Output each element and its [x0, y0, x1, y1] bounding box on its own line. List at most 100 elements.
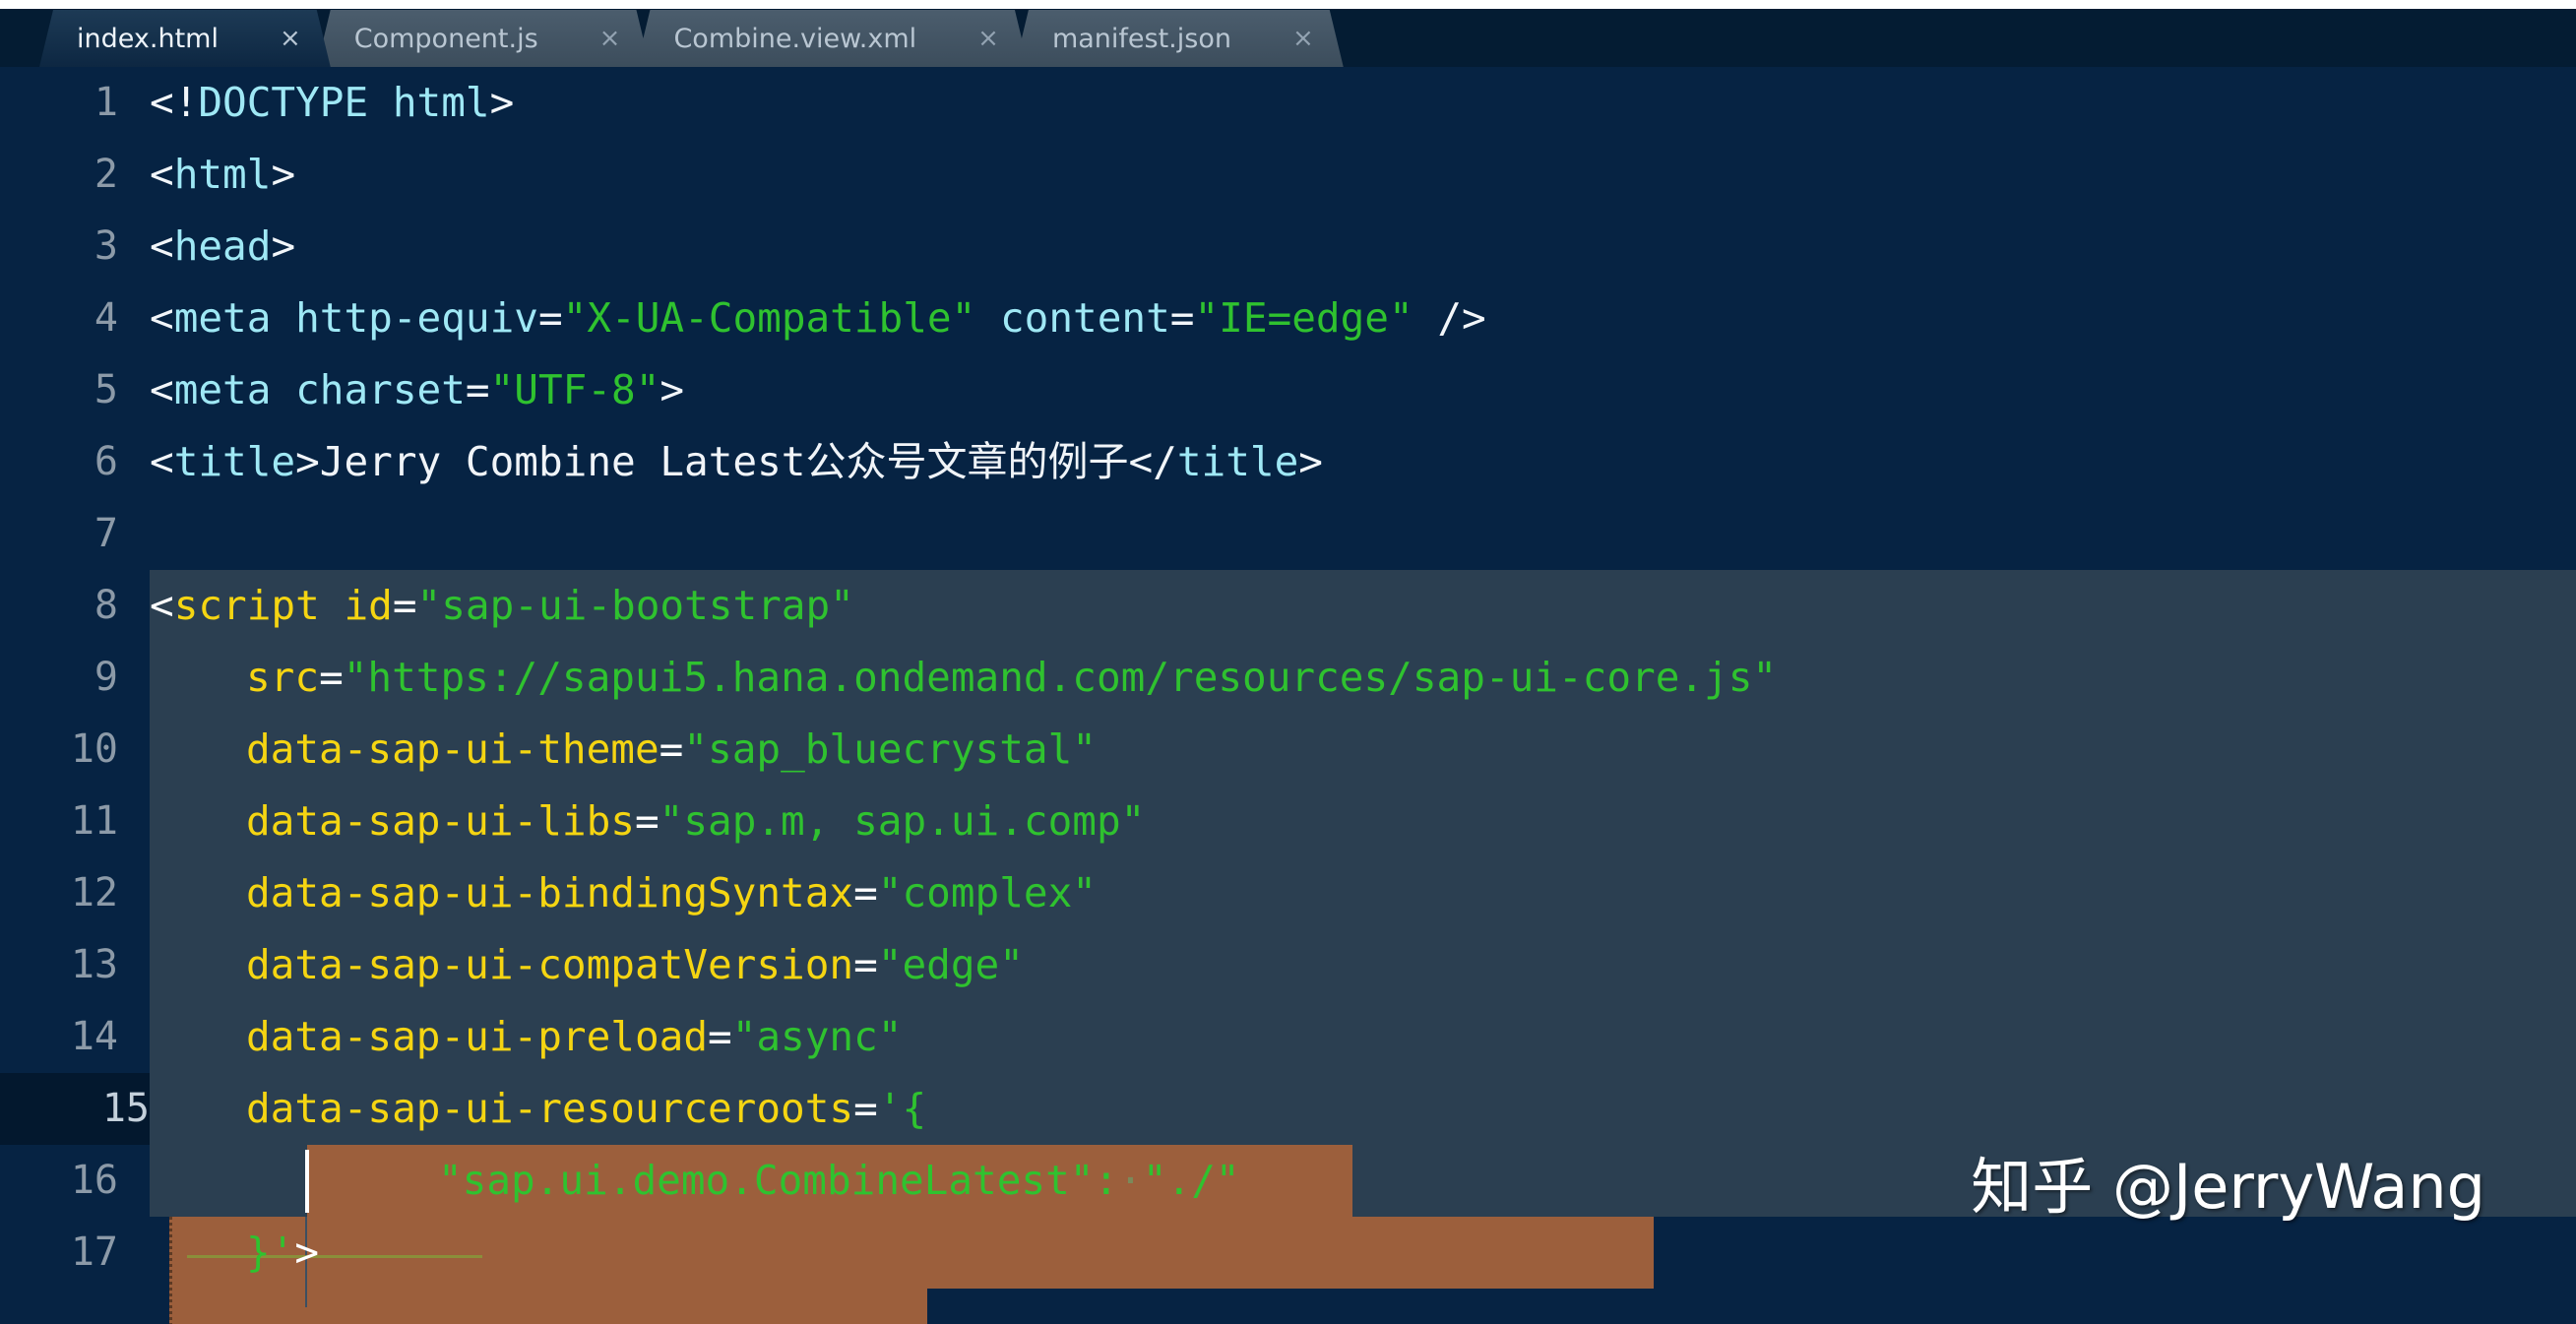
tab-index-html[interactable]: index.html ×	[39, 10, 331, 67]
token-quote: '	[270, 1229, 295, 1276]
token-attr: id	[344, 582, 393, 629]
token-punct: <	[150, 438, 174, 485]
token-tag: title	[173, 438, 296, 485]
line-number: 7	[94, 511, 118, 556]
token-text: Jerry Combine Latest	[319, 438, 806, 485]
code-line[interactable]: 4 <meta http-equiv="X-UA-Compatible" con…	[0, 283, 2576, 354]
line-content: <title>Jerry Combine Latest公众号文章的例子</tit…	[150, 426, 1323, 498]
code-line[interactable]: 13 data-sap-ui-compatVersion="edge"	[0, 929, 2576, 1001]
line-content: <meta charset="UTF-8">	[150, 354, 684, 426]
line-number: 10	[70, 726, 118, 772]
tab-manifest-json[interactable]: manifest.json ×	[1015, 10, 1344, 67]
token-punct: <	[150, 222, 174, 270]
token-attr: content	[999, 294, 1170, 342]
token-punct: />	[1437, 294, 1486, 342]
token-bang: !	[173, 79, 199, 126]
line-number: 2	[94, 152, 118, 197]
code-line-current[interactable]: 15 data-sap-ui-resourceroots='{	[0, 1073, 2576, 1145]
close-icon[interactable]: ×	[977, 26, 999, 51]
watermark: 知乎 @JerryWang	[1971, 1151, 2485, 1223]
token-eq: =	[537, 294, 563, 342]
tab-component-js[interactable]: Component.js ×	[317, 10, 651, 67]
tab-label: Combine.view.xml	[673, 23, 917, 54]
token-eq: =	[659, 725, 684, 773]
token-tag: meta	[173, 294, 272, 342]
token-value: "sap_bluecrystal"	[683, 725, 1097, 773]
close-icon[interactable]: ×	[280, 26, 301, 51]
token-attr: data-sap-ui-libs	[246, 797, 635, 845]
tab-label: index.html	[77, 23, 219, 54]
token-brace: }	[246, 1229, 271, 1276]
token-colon: :	[1094, 1157, 1119, 1204]
token-value: "sap.m, sap.ui.comp"	[659, 797, 1146, 845]
line-number: 11	[70, 798, 118, 844]
token-punct: >	[271, 151, 296, 198]
token-tag: DOCTYPE	[198, 79, 369, 126]
code-line[interactable]: 12 data-sap-ui-bindingSyntax="complex"	[0, 857, 2576, 929]
tab-combine-view-xml[interactable]: Combine.view.xml ×	[636, 10, 1028, 67]
line-content: }'>	[246, 1217, 319, 1289]
token-eq: =	[392, 582, 417, 629]
token-eq: =	[319, 654, 344, 701]
line-number: 1	[94, 80, 118, 125]
token-doctype-name: html	[392, 79, 490, 126]
tab-label: manifest.json	[1051, 23, 1231, 54]
line-number: 9	[94, 655, 118, 700]
code-line[interactable]: 17 }'>	[0, 1217, 2576, 1289]
token-value: "edge"	[877, 941, 1024, 988]
token-value: "IE=edge"	[1194, 294, 1414, 342]
line-content: "sap.ui.demo.CombineLatest":·"./"	[438, 1145, 1240, 1217]
line-content: <!DOCTYPE html>	[150, 67, 514, 139]
token-attr: src	[246, 654, 320, 701]
line-content: <script id="sap-ui-bootstrap"	[150, 570, 854, 642]
editor-surface[interactable]: 1 <!DOCTYPE html> 2 <html> 3 <head> 4 <m…	[0, 67, 2576, 1324]
code-line[interactable]: 11 data-sap-ui-libs="sap.m, sap.ui.comp"	[0, 786, 2576, 857]
token-eq: =	[1169, 294, 1195, 342]
token-punct: <	[150, 151, 174, 198]
code-line[interactable]: 5 <meta charset="UTF-8">	[0, 354, 2576, 426]
token-attr: charset	[295, 366, 466, 413]
close-icon[interactable]: ×	[599, 26, 621, 51]
token-value: "https://sapui5.hana.ondemand.com/resour…	[343, 654, 1778, 701]
token-value: '{	[877, 1085, 927, 1132]
token-eq: =	[465, 366, 490, 413]
token-punct: >	[294, 1229, 320, 1276]
token-attr: data-sap-ui-theme	[246, 725, 660, 773]
line-content: src="https://sapui5.hana.ondemand.com/re…	[246, 642, 1777, 714]
token-tag: meta	[173, 366, 272, 413]
line-number-current: 15	[0, 1073, 150, 1145]
token-punct: <	[150, 582, 174, 629]
token-value: "sap-ui-bootstrap"	[416, 582, 854, 629]
code-line[interactable]: 2 <html>	[0, 139, 2576, 211]
token-attr: http-equiv	[295, 294, 538, 342]
line-content: data-sap-ui-preload="async"	[246, 1001, 902, 1073]
code-line[interactable]: 9 src="https://sapui5.hana.ondemand.com/…	[0, 642, 2576, 714]
code-line[interactable]: 1 <!DOCTYPE html>	[0, 67, 2576, 139]
token-punct: <	[150, 366, 174, 413]
token-value: "./"	[1142, 1157, 1240, 1204]
token-value: "async"	[731, 1013, 903, 1060]
code-line[interactable]: 8 <script id="sap-ui-bootstrap"	[0, 570, 2576, 642]
code-line[interactable]: 14 data-sap-ui-preload="async"	[0, 1001, 2576, 1073]
line-number: 6	[94, 439, 118, 484]
code-line[interactable]: 7	[0, 498, 2576, 570]
line-content: data-sap-ui-theme="sap_bluecrystal"	[246, 714, 1097, 786]
line-number: 12	[70, 870, 118, 915]
close-icon[interactable]: ×	[1292, 26, 1314, 51]
token-text-cjk: 公众号文章的例子	[805, 438, 1129, 485]
token-punct: >	[489, 79, 515, 126]
token-attr: data-sap-ui-resourceroots	[246, 1085, 854, 1132]
token-tag: head	[173, 222, 272, 270]
code-line[interactable]: 3 <head>	[0, 211, 2576, 283]
line-number: 17	[70, 1229, 118, 1275]
line-content: <meta http-equiv="X-UA-Compatible" conte…	[150, 283, 1486, 354]
token-eq: =	[708, 1013, 732, 1060]
code-line[interactable]: 6 <title>Jerry Combine Latest公众号文章的例子</t…	[0, 426, 2576, 498]
code-line[interactable]: 10 data-sap-ui-theme="sap_bluecrystal"	[0, 714, 2576, 786]
token-value: "UTF-8"	[489, 366, 660, 413]
token-punct: >	[271, 222, 296, 270]
